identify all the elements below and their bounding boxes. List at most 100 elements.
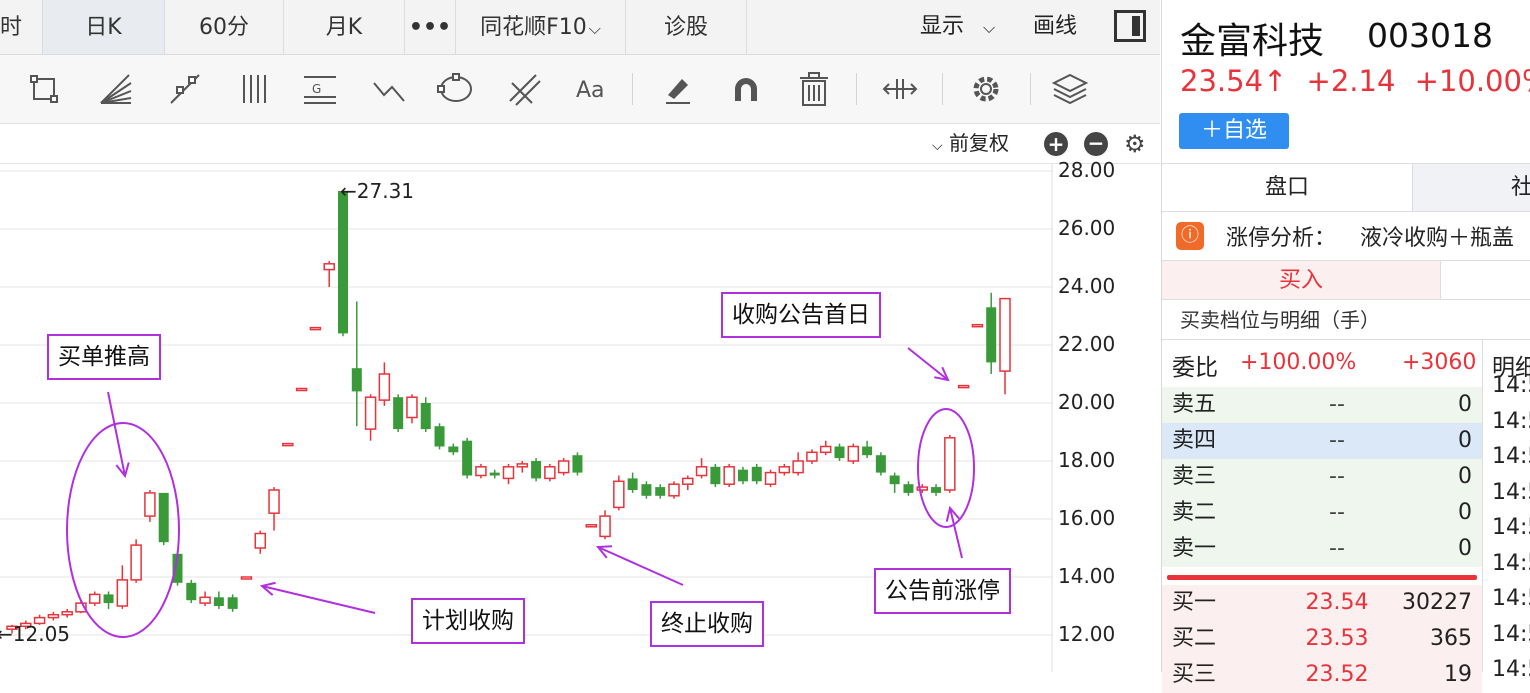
candle (682, 475, 694, 490)
display-dropdown[interactable]: 显示 ⌵ (920, 0, 995, 54)
y-tick-label: 26.00 (1058, 216, 1116, 240)
svg-text:Aa: Aa (576, 78, 605, 103)
pitchfork-tool-icon[interactable] (502, 67, 546, 111)
y-tick-label: 22.00 (1058, 332, 1116, 356)
candle-body (475, 466, 487, 477)
rectangle-tool-icon[interactable] (22, 67, 66, 111)
low-price-label: ←12.05 (0, 622, 71, 646)
candle-body (144, 492, 156, 517)
more-tabs-button[interactable]: ••• (405, 0, 456, 54)
candle (585, 524, 597, 528)
stock-name: 金富科技 (1180, 21, 1325, 62)
layers-icon[interactable] (1048, 67, 1092, 111)
kline-chart[interactable]: ⌵ 前复权 + − ⚙ 28.00 26.00 24.00 22.00 20.00 18.… (0, 124, 1160, 672)
eraser-icon[interactable] (656, 67, 700, 111)
candle (323, 260, 335, 287)
candle (862, 440, 873, 459)
parallel-channel-tool-icon[interactable] (163, 67, 207, 111)
column-divider (1482, 340, 1483, 387)
candle (268, 487, 280, 531)
analysis-text: 液冷收购＋瓶盖 (1360, 226, 1515, 251)
text-tool-icon[interactable]: Aa (570, 67, 614, 111)
candle-body (957, 384, 970, 389)
annotation-terminate-acquisition: 终止收购 (650, 601, 764, 647)
trade-time: 14:5 (1492, 621, 1530, 647)
candle-body (627, 478, 638, 490)
candle-body (420, 403, 431, 430)
tab-buy[interactable]: 买入 (1162, 261, 1441, 299)
draw-line-button[interactable]: 画线 (1033, 0, 1077, 54)
candle-body (655, 487, 666, 496)
candle (599, 510, 611, 540)
candle (737, 466, 748, 485)
candle (641, 481, 652, 499)
candle (89, 591, 101, 606)
candle-body (613, 480, 625, 509)
tab-f10[interactable]: 同花顺F10 ⌵ (456, 0, 626, 54)
candle-body (462, 440, 473, 476)
candle-body (434, 426, 445, 447)
tab-community[interactable]: 社 (1413, 164, 1530, 211)
magnet-icon[interactable] (724, 67, 768, 111)
candle-body (944, 437, 956, 491)
weibi-row: 委比 +100.00% +3060 明细 (1162, 339, 1530, 388)
panel-toggle-icon[interactable] (1114, 10, 1146, 42)
bid-row[interactable]: 买一 23.54 30227 (1162, 585, 1530, 621)
candle (847, 443, 860, 464)
add-watchlist-button[interactable]: ＋自选 (1179, 113, 1289, 149)
candle-body (764, 471, 777, 485)
candle-body (254, 532, 266, 549)
ask-row[interactable]: 卖四 -- 0 (1162, 423, 1530, 459)
candle-body (695, 466, 708, 477)
level-volume: 365 (1430, 626, 1472, 651)
candle-body (186, 582, 197, 601)
tab-daily-k[interactable]: 日K (43, 0, 165, 54)
candle (751, 463, 762, 485)
tab-sell[interactable] (1441, 261, 1530, 299)
limit-up-analysis[interactable]: ⓘ 涨停分析： 液冷收购＋瓶盖 (1162, 211, 1530, 261)
candle (778, 463, 791, 476)
gear-icon[interactable] (964, 67, 1008, 111)
ellipse-tool-icon[interactable] (434, 67, 478, 111)
candle (986, 292, 997, 374)
bid-row[interactable]: 买三 23.52 19 (1162, 657, 1530, 693)
candle-body (641, 484, 652, 496)
y-tick-label: 18.00 (1058, 448, 1116, 472)
level-price: 23.54 (1305, 590, 1369, 615)
level-price: -- (1329, 500, 1345, 525)
candle-body (751, 466, 762, 482)
trade-time: 14:5 (1492, 479, 1530, 505)
candle-body (585, 524, 597, 528)
candle-body (282, 442, 294, 447)
ask-row[interactable]: 卖一 -- 0 (1162, 531, 1530, 567)
y-tick-label: 28.00 (1058, 158, 1116, 182)
vertical-lines-tool-icon[interactable] (234, 67, 278, 111)
tab-order-book[interactable]: 盘口 (1162, 164, 1413, 211)
ask-row[interactable]: 卖五 -- 0 (1162, 387, 1530, 423)
ask-row[interactable]: 卖三 -- 0 (1162, 459, 1530, 495)
candle (434, 423, 445, 450)
candle-body (986, 307, 997, 363)
ask-row[interactable]: 卖二 -- 0 (1162, 495, 1530, 531)
bid-row[interactable]: 买二 23.53 365 (1162, 621, 1530, 657)
annotation-buy-push: 买单推高 (47, 334, 161, 380)
tab-60min[interactable]: 60分 (165, 0, 284, 54)
tab-intraday[interactable]: 时 (0, 0, 43, 54)
gann-tool-icon[interactable]: G (298, 67, 342, 111)
trade-tab-bar: 买入 (1162, 261, 1530, 300)
candle (710, 463, 721, 488)
wave-tool-icon[interactable] (368, 67, 412, 111)
level-price: -- (1329, 428, 1345, 453)
tab-monthly-k[interactable]: 月K (284, 0, 405, 54)
stretch-horizontal-icon[interactable] (878, 67, 922, 111)
candle-body (668, 483, 680, 497)
candle (309, 326, 322, 331)
level-volume: 0 (1458, 428, 1472, 453)
candle-body (89, 593, 101, 604)
level-price: -- (1329, 392, 1345, 417)
candle (338, 191, 348, 337)
tab-diagnose[interactable]: 诊股 (626, 0, 747, 54)
fan-lines-tool-icon[interactable] (93, 67, 137, 111)
weibi-label: 委比 (1172, 355, 1218, 381)
trash-icon[interactable] (792, 67, 836, 111)
